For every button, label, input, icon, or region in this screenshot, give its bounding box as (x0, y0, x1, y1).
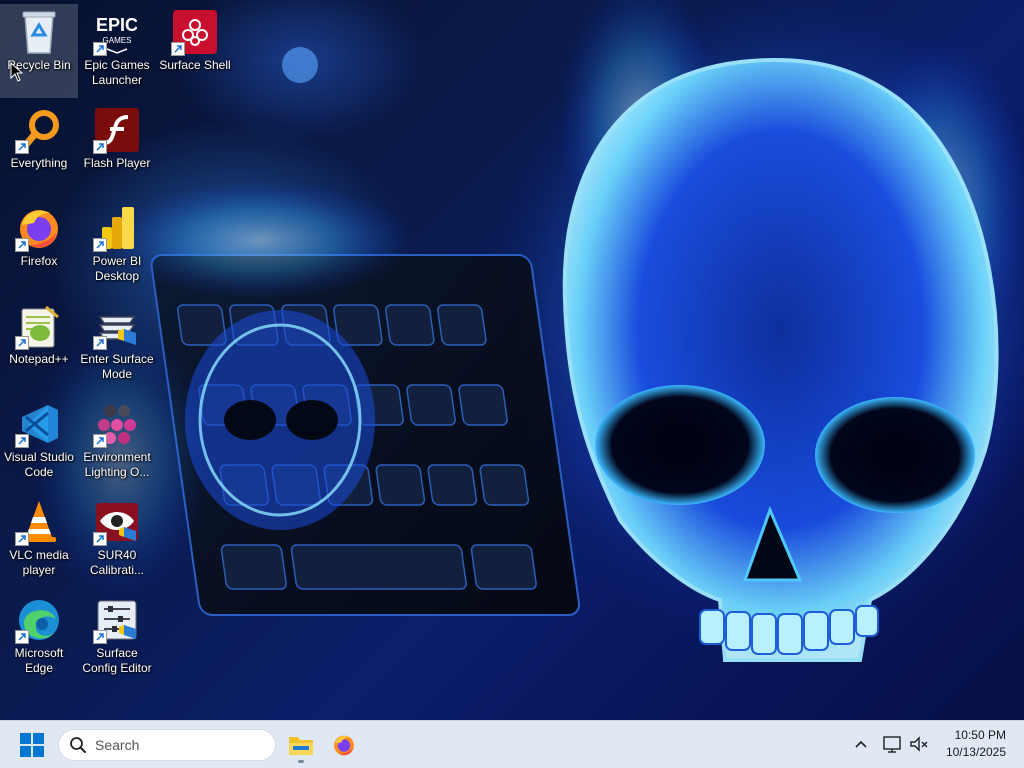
windows-logo-icon (20, 733, 44, 757)
taskbar-app-firefox[interactable] (326, 727, 362, 763)
desktop-icon-label: Flash Player (83, 156, 151, 170)
magnifier-icon (15, 106, 63, 154)
show-hidden-icons-button[interactable] (848, 731, 874, 757)
desktop-icon-surface-config[interactable]: Surface Config Editor (78, 592, 156, 686)
desktop-icon-label: Everything (10, 156, 68, 170)
volume-button[interactable] (906, 731, 932, 757)
config-sliders-icon (93, 596, 141, 644)
desktop-icon-label: Firefox (20, 254, 58, 268)
shortcut-arrow-icon (93, 532, 107, 546)
epic-games-icon: EPIC GAMES (93, 8, 141, 56)
desktop-icon-edge[interactable]: Microsoft Edge (0, 592, 78, 686)
environment-lighting-icon (93, 400, 141, 448)
desktop-icon-surface-shell[interactable]: Surface Shell (156, 4, 234, 98)
desktop-icon-label: SUR40 Calibrati... (89, 548, 145, 577)
firefox-icon (334, 735, 354, 756)
shortcut-arrow-icon (171, 42, 185, 56)
desktop-icon-label: Enter Surface Mode (80, 352, 154, 381)
vlc-cone-icon (15, 498, 63, 546)
desktop-icon-label: VLC media player (9, 548, 69, 577)
desktop-icon-firefox[interactable]: Firefox (0, 200, 78, 294)
desktop-icon-everything[interactable]: Everything (0, 102, 78, 196)
shortcut-arrow-icon (15, 336, 29, 350)
desktop-icon-label: Notepad++ (9, 352, 69, 366)
search-icon (70, 737, 86, 753)
clock-date: 10/13/2025 (945, 745, 1006, 759)
mouse-cursor-icon (10, 62, 24, 82)
desktop-icon-epic-games[interactable]: EPIC GAMES Epic Games Launcher (78, 4, 156, 98)
shortcut-arrow-icon (15, 238, 29, 252)
shortcut-arrow-icon (15, 630, 29, 644)
desktop-icon-sur40[interactable]: SUR40 Calibrati... (78, 494, 156, 588)
firefox-icon (15, 204, 63, 252)
shortcut-arrow-icon (15, 434, 29, 448)
flash-icon (93, 106, 141, 154)
shortcut-arrow-icon (15, 532, 29, 546)
notepad-plus-plus-icon (15, 302, 63, 350)
desktop-icon-label: Surface Config Editor (82, 646, 152, 675)
vscode-icon (15, 400, 63, 448)
taskbar: 10:50 PM 10/13/2025 (0, 720, 1024, 768)
desktop-icon-environment-lighting[interactable]: Environment Lighting O... (78, 396, 156, 490)
shortcut-arrow-icon (93, 630, 107, 644)
desktop-icon-label: Visual Studio Code (4, 450, 74, 479)
shortcut-arrow-icon (93, 434, 107, 448)
desktop-icon-label: Environment Lighting O... (83, 450, 151, 479)
desktop-icon-enter-surface-mode[interactable]: Enter Surface Mode (78, 298, 156, 392)
surface-shell-icon (171, 8, 219, 56)
desktop-icon-label: Power BI Desktop (92, 254, 142, 283)
edge-icon (15, 596, 63, 644)
taskbar-clock[interactable]: 10:50 PM 10/13/2025 (946, 727, 1006, 761)
desktop-icon-label: Microsoft Edge (14, 646, 64, 675)
taskbar-search-box[interactable] (58, 729, 276, 761)
volume-muted-icon (910, 736, 928, 752)
desktop-icon-recycle-bin[interactable]: Recycle Bin (0, 4, 78, 98)
desktop-icon-notepadpp[interactable]: Notepad++ (0, 298, 78, 392)
power-bi-icon (93, 204, 141, 252)
network-button[interactable] (880, 731, 906, 757)
desktop-icon-vlc[interactable]: VLC media player (0, 494, 78, 588)
chevron-up-icon (855, 740, 867, 748)
folder-icon (289, 737, 313, 755)
shortcut-arrow-icon (93, 336, 107, 350)
clock-time: 10:50 PM (954, 728, 1006, 742)
desktop-icon-vscode[interactable]: Visual Studio Code (0, 396, 78, 490)
taskbar-app-file-explorer[interactable] (283, 727, 319, 763)
surface-mode-icon (93, 302, 141, 350)
desktop-icon-label: Surface Shell (159, 58, 231, 72)
svg-text:EPIC: EPIC (97, 15, 137, 35)
shortcut-arrow-icon (93, 238, 107, 252)
shortcut-arrow-icon (93, 140, 107, 154)
network-icon (883, 736, 901, 753)
desktop-icon-power-bi[interactable]: Power BI Desktop (78, 200, 156, 294)
shortcut-arrow-icon (15, 140, 29, 154)
desktop-icon-flash-player[interactable]: Flash Player (78, 102, 156, 196)
shortcut-arrow-icon (93, 42, 107, 56)
sur40-eye-icon (93, 498, 141, 546)
start-button[interactable] (14, 729, 50, 761)
desktop-icon-label: Epic Games Launcher (84, 58, 150, 87)
search-input[interactable] (95, 737, 255, 753)
recycle-bin-icon (15, 8, 63, 56)
running-indicator (298, 760, 304, 763)
